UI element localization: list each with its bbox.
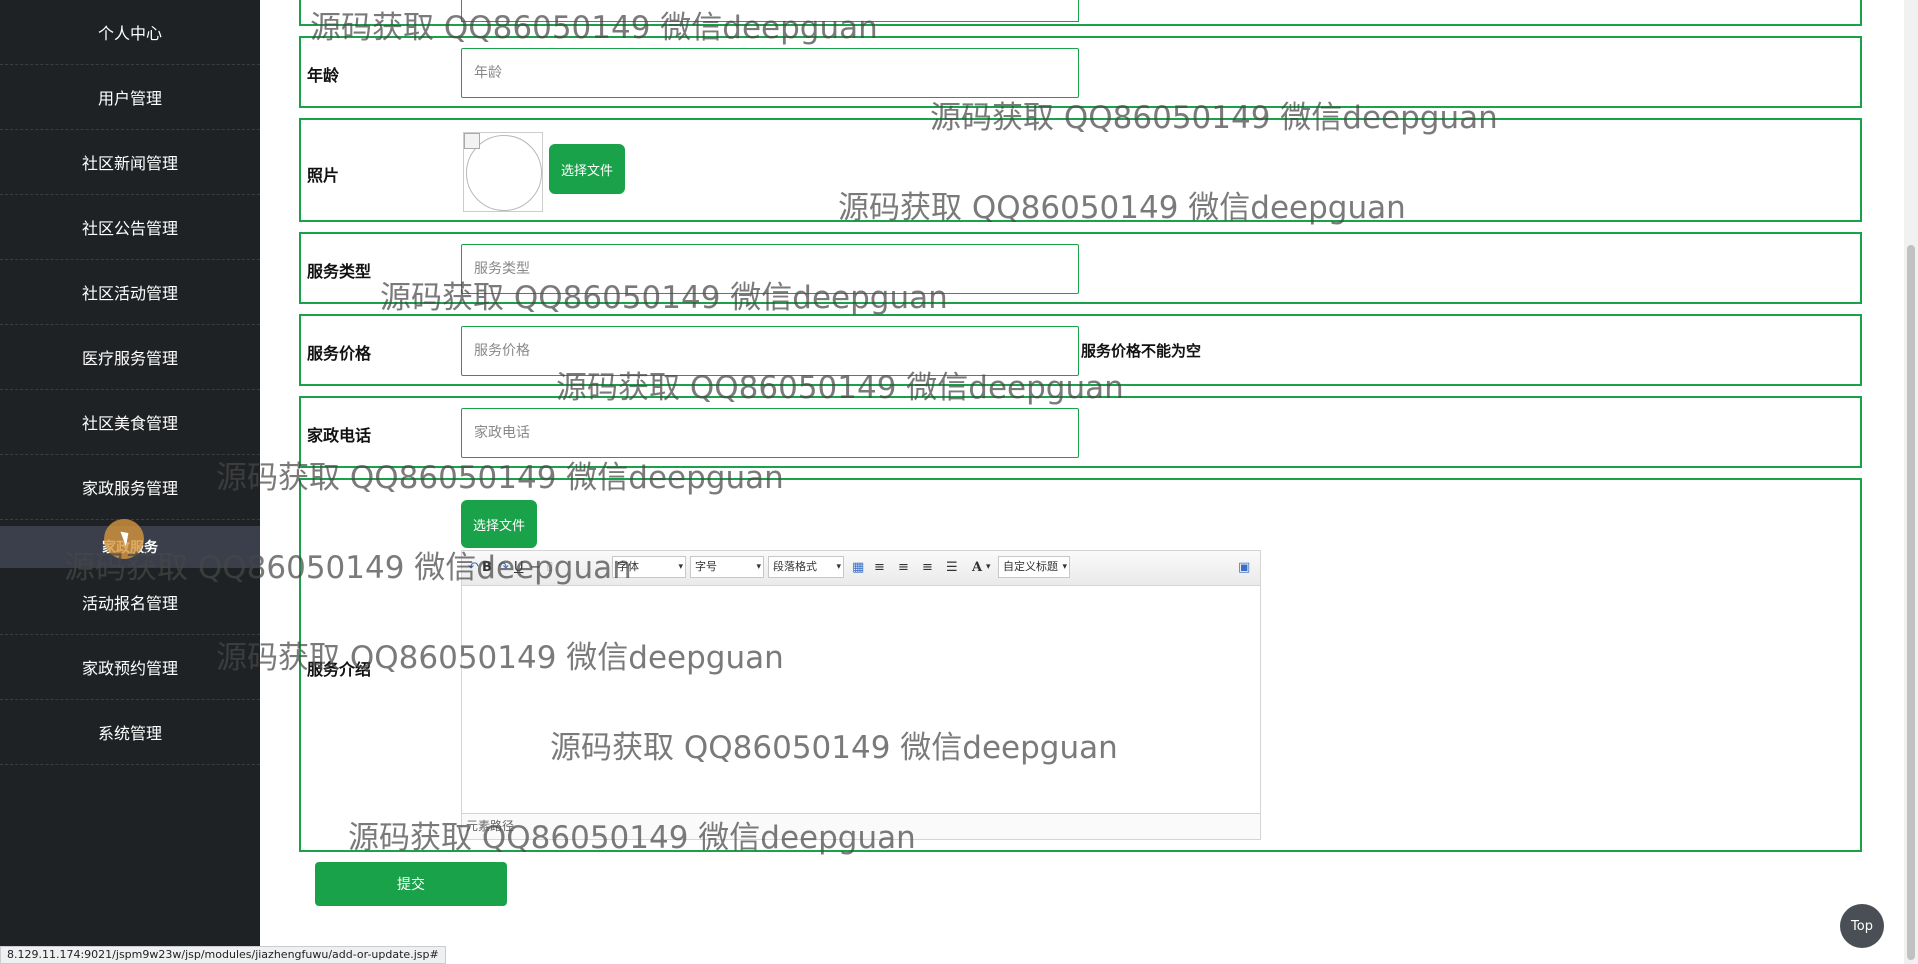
- fullscreen-icon[interactable]: ▣: [1238, 560, 1250, 575]
- sidebar-item-label: 社区新闻管理: [81, 154, 178, 173]
- sidebar-item-community-news[interactable]: 社区新闻管理: [0, 130, 260, 195]
- form-row-age: 年龄: [299, 36, 1862, 108]
- align-center-icon[interactable]: ≡: [922, 560, 933, 575]
- chevron-down-icon: ▾: [836, 562, 841, 572]
- broken-image-icon: [464, 133, 480, 149]
- age-input[interactable]: [461, 48, 1079, 98]
- font-family-select-label: 字体: [617, 560, 639, 573]
- paragraph-format-select-label: 段落格式: [773, 560, 817, 573]
- sidebar-item-community-notice[interactable]: 社区公告管理: [0, 195, 260, 260]
- font-family-select[interactable]: 字体 ▾: [612, 556, 686, 578]
- undo-icon[interactable]: ↶: [468, 560, 479, 575]
- form-row-service-price: 服务价格 服务价格不能为空: [299, 314, 1862, 386]
- editor-content-area[interactable]: [462, 585, 1260, 813]
- scrollbar-thumb[interactable]: [1907, 245, 1915, 960]
- status-bar-url: 8.129.11.174:9021/jspm9w23w/jsp/modules/…: [0, 946, 446, 964]
- bold-icon[interactable]: B: [482, 560, 492, 575]
- submit-button[interactable]: 提交: [315, 862, 507, 906]
- photo-label: 照片: [307, 166, 340, 185]
- form-row-photo: 照片 选择文件: [299, 118, 1862, 222]
- rich-text-editor: ↶ B ↷ U − ⌷ 字体 ▾ 字号 ▾ 段落格式 ▾ ▦ ≡ ≡ ≡ ☰ A ▾ …: [461, 550, 1261, 840]
- phone-input[interactable]: [461, 408, 1079, 458]
- intro-label: 服务介绍: [307, 660, 372, 679]
- sidebar-item-label: 社区公告管理: [81, 219, 178, 238]
- sidebar-item-label: 医疗服务管理: [81, 349, 178, 368]
- form-row-previous: [299, 0, 1862, 26]
- sidebar-item-label: 社区美食管理: [81, 414, 178, 433]
- form-row-intro: 服务介绍 选择文件 ↶ B ↷ U − ⌷ 字体 ▾ 字号 ▾ 段落格式 ▾ ▦ ≡ …: [299, 478, 1862, 852]
- sidebar-item-label: 家政服务管理: [81, 479, 178, 498]
- sidebar-item-label: 用户管理: [97, 89, 162, 108]
- service-type-label: 服务类型: [307, 262, 372, 281]
- service-price-label: 服务价格: [307, 344, 372, 363]
- service-type-input[interactable]: [461, 244, 1079, 294]
- back-to-top-button[interactable]: Top: [1840, 904, 1884, 948]
- chevron-down-icon: ▾: [756, 562, 761, 572]
- service-price-error: 服务价格不能为空: [1081, 342, 1202, 360]
- sidebar-item-user-management[interactable]: 用户管理: [0, 65, 260, 130]
- font-size-select-label: 字号: [695, 560, 717, 573]
- sidebar: 个人中心 用户管理 社区新闻管理 社区公告管理 社区活动管理 医疗服务管理 社区…: [0, 0, 260, 964]
- redo-icon[interactable]: ↷: [498, 560, 509, 575]
- sidebar-item-medical-service[interactable]: 医疗服务管理: [0, 325, 260, 390]
- phone-label: 家政电话: [307, 426, 372, 445]
- form-row-phone: 家政电话: [299, 396, 1862, 468]
- sidebar-item-label: 活动报名管理: [81, 594, 178, 613]
- editor-element-path: 元素路径: [462, 813, 1260, 839]
- strikethrough-icon[interactable]: −: [530, 560, 541, 575]
- intro-choose-file-button[interactable]: 选择文件: [461, 500, 537, 548]
- chevron-down-icon: ▾: [678, 562, 683, 572]
- sidebar-item-housekeeping-management[interactable]: 家政服务管理: [0, 455, 260, 520]
- format-icon[interactable]: ⌷: [546, 560, 554, 575]
- sidebar-item-housekeeping-booking[interactable]: 家政预约管理: [0, 635, 260, 700]
- previous-input-bottom: [461, 0, 1079, 22]
- paragraph-format-select[interactable]: 段落格式 ▾: [768, 556, 844, 578]
- age-label: 年龄: [307, 66, 340, 85]
- form-row-service-type: 服务类型: [299, 232, 1862, 304]
- custom-title-select-label: 自定义标题: [1003, 560, 1058, 573]
- sidebar-item-personal-center[interactable]: 个人中心: [0, 0, 260, 65]
- sidebar-item-label: 家政预约管理: [81, 659, 178, 678]
- table-icon[interactable]: ▦: [852, 560, 864, 575]
- service-price-input[interactable]: [461, 326, 1079, 376]
- chevron-down-icon[interactable]: ▾: [986, 562, 991, 572]
- chevron-down-icon: ▾: [1062, 562, 1067, 572]
- sidebar-item-activity-signup[interactable]: 活动报名管理: [0, 570, 260, 635]
- sidebar-item-label: 社区活动管理: [81, 284, 178, 303]
- underline-icon[interactable]: U: [514, 560, 524, 575]
- custom-title-select[interactable]: 自定义标题 ▾: [998, 556, 1070, 578]
- align-justify-icon[interactable]: ☰: [946, 560, 958, 575]
- font-color-icon[interactable]: A: [972, 560, 982, 575]
- photo-preview: [463, 132, 543, 212]
- sidebar-item-community-food[interactable]: 社区美食管理: [0, 390, 260, 455]
- align-left-icon[interactable]: ≡: [874, 560, 885, 575]
- sidebar-item-label: 个人中心: [97, 24, 162, 43]
- sidebar-item-system-management[interactable]: 系统管理: [0, 700, 260, 765]
- sidebar-item-community-activity[interactable]: 社区活动管理: [0, 260, 260, 325]
- font-size-select[interactable]: 字号 ▾: [690, 556, 764, 578]
- editor-toolbar: ↶ B ↷ U − ⌷ 字体 ▾ 字号 ▾ 段落格式 ▾ ▦ ≡ ≡ ≡ ☰ A ▾ …: [462, 551, 1260, 586]
- align-right-icon[interactable]: ≡: [898, 560, 909, 575]
- sidebar-item-label: 系统管理: [97, 724, 162, 743]
- photo-choose-file-button[interactable]: 选择文件: [549, 144, 625, 194]
